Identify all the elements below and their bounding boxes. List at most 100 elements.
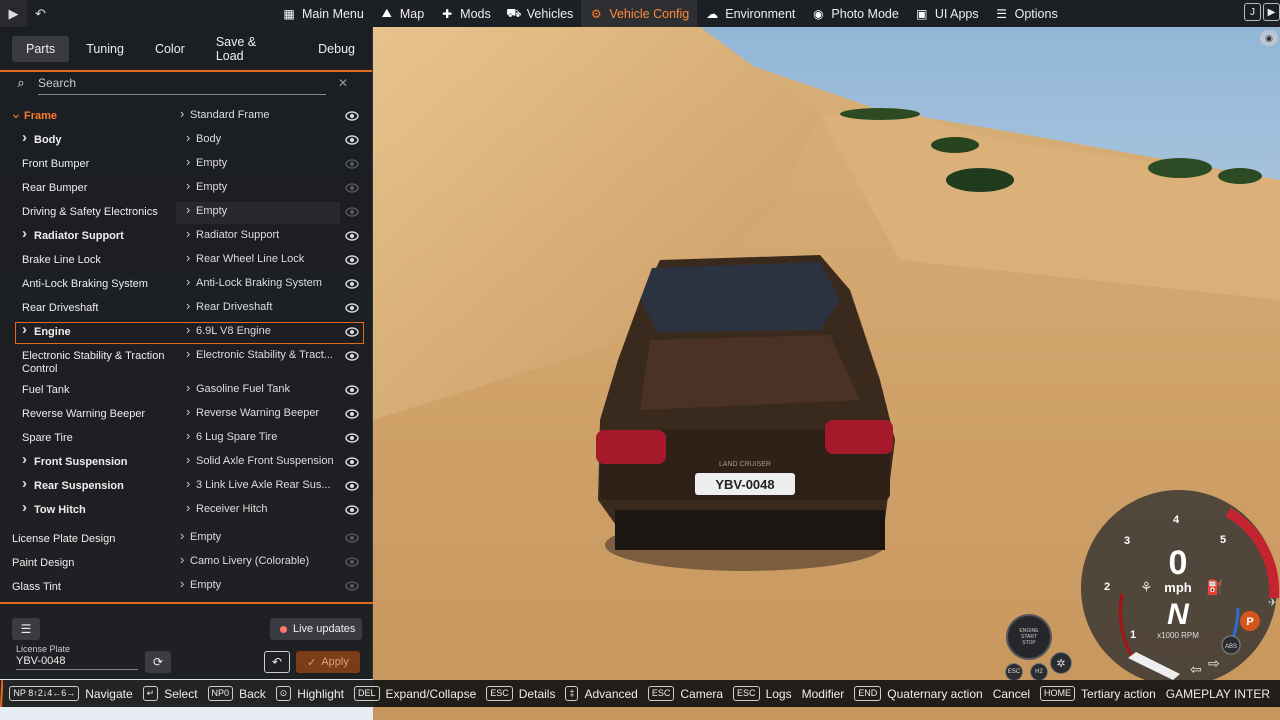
part-value-dropdown[interactable]: 6 Lug Spare Tire bbox=[196, 431, 277, 443]
visibility-toggle-icon[interactable]: ◉ bbox=[1260, 30, 1278, 46]
part-value-dropdown[interactable]: Empty bbox=[196, 205, 227, 217]
part-value-dropdown[interactable]: Receiver Hitch bbox=[196, 503, 268, 515]
part-value-dropdown[interactable]: Empty bbox=[190, 579, 221, 591]
part-row[interactable]: Spare Tire › 6 Lug Spare Tire bbox=[0, 428, 373, 452]
eye-icon[interactable] bbox=[344, 228, 360, 244]
chevron-right-icon[interactable]: › bbox=[22, 129, 27, 146]
part-value-dropdown[interactable]: Camo Livery (Colorable) bbox=[190, 555, 309, 567]
play-right-icon[interactable]: ▶ bbox=[1263, 3, 1280, 21]
engine-start-stop-button[interactable]: ENGINE START STOP bbox=[1006, 614, 1052, 660]
clear-search-icon[interactable]: ✕ bbox=[338, 76, 348, 90]
part-row[interactable]: Rear Bumper › Empty bbox=[0, 178, 373, 202]
eye-hidden-icon[interactable] bbox=[344, 578, 360, 594]
menu-mods[interactable]: ✚ Mods bbox=[432, 0, 499, 27]
part-value-dropdown[interactable]: Electronic Stability & Tract... bbox=[196, 349, 333, 361]
menu-options[interactable]: ☰ Options bbox=[987, 0, 1066, 27]
eye-icon[interactable] bbox=[344, 108, 360, 124]
part-row[interactable]: Driving & Safety Electronics › Empty bbox=[0, 202, 373, 226]
menu-photo-mode[interactable]: ◉ Photo Mode bbox=[803, 0, 906, 27]
part-row[interactable]: Front Bumper › Empty bbox=[0, 154, 373, 178]
part-row[interactable]: ⌄ Frame › Standard Frame bbox=[0, 105, 373, 130]
part-row[interactable]: › Front Suspension › Solid Axle Front Suspe… bbox=[0, 451, 373, 476]
part-value-dropdown[interactable]: Anti-Lock Braking System bbox=[196, 277, 322, 289]
part-row[interactable]: Paint Design › Camo Livery (Colorable) bbox=[0, 552, 373, 576]
eye-icon[interactable] bbox=[344, 430, 360, 446]
eye-hidden-icon[interactable] bbox=[344, 554, 360, 570]
part-value-dropdown[interactable]: Standard Frame bbox=[190, 109, 269, 121]
live-updates-toggle[interactable]: Live updates bbox=[270, 618, 362, 640]
part-value-dropdown[interactable]: 3 Link Live Axle Rear Sus... bbox=[196, 479, 331, 491]
part-value-dropdown[interactable]: Empty bbox=[196, 181, 227, 193]
chevron-right-icon[interactable]: › bbox=[22, 451, 27, 468]
license-plate-input[interactable]: YBV-0048 bbox=[16, 655, 138, 670]
part-value-dropdown[interactable]: Empty bbox=[196, 157, 227, 169]
eye-hidden-icon[interactable] bbox=[344, 204, 360, 220]
part-row[interactable]: › Rear Suspension › 3 Link Live Axle Rear S… bbox=[0, 475, 373, 500]
list-view-button[interactable]: ☰ bbox=[12, 618, 40, 640]
eye-icon[interactable] bbox=[344, 276, 360, 292]
part-row[interactable]: Electronic Stability & Traction Control › E… bbox=[0, 346, 373, 380]
part-row[interactable]: › Body › Body bbox=[0, 129, 373, 154]
menu-map[interactable]: ⛰ Map bbox=[372, 0, 432, 27]
part-value-dropdown[interactable]: Reverse Warning Beeper bbox=[196, 407, 319, 419]
eye-hidden-icon[interactable] bbox=[344, 530, 360, 546]
part-value-dropdown[interactable]: Solid Axle Front Suspension bbox=[196, 455, 334, 467]
menu-label: Map bbox=[399, 6, 425, 21]
part-row[interactable]: › Radiator Support › Radiator Support bbox=[0, 225, 373, 250]
tab-debug[interactable]: Debug bbox=[304, 36, 369, 62]
eye-icon[interactable] bbox=[344, 406, 360, 422]
eye-hidden-icon[interactable] bbox=[344, 180, 360, 196]
part-row[interactable]: › Engine › 6.9L V8 Engine bbox=[15, 321, 364, 344]
part-row[interactable]: Glass Tint › Empty bbox=[0, 576, 373, 600]
part-row[interactable]: Anti-Lock Braking System › Anti-Lock Braki… bbox=[0, 274, 373, 298]
eye-icon[interactable] bbox=[344, 478, 360, 494]
keybind-j-button[interactable]: J bbox=[1244, 3, 1261, 21]
part-row[interactable]: Fuel Tank › Gasoline Fuel Tank bbox=[0, 380, 373, 404]
tab-parts[interactable]: Parts bbox=[12, 35, 70, 62]
eye-icon[interactable] bbox=[344, 454, 360, 470]
revert-button[interactable]: ↶ bbox=[264, 651, 290, 673]
apply-button[interactable]: ✓ Apply bbox=[296, 651, 360, 673]
eye-hidden-icon[interactable] bbox=[344, 156, 360, 172]
chevron-right-icon[interactable]: › bbox=[22, 475, 27, 492]
tab-save-load[interactable]: Save & Load bbox=[202, 29, 301, 69]
eye-icon[interactable] bbox=[344, 324, 360, 340]
play-icon[interactable]: ▶ bbox=[0, 0, 27, 27]
part-value-dropdown[interactable]: Body bbox=[196, 133, 221, 145]
randomize-plate-button[interactable]: ⟳ bbox=[145, 651, 171, 673]
chevron-right-icon[interactable]: › bbox=[22, 499, 27, 516]
part-value-dropdown[interactable]: Rear Driveshaft bbox=[196, 301, 272, 313]
menu-environment[interactable]: ☁ Environment bbox=[697, 0, 803, 27]
menu-vehicle-config[interactable]: ⚙ Vehicle Config bbox=[581, 0, 698, 27]
part-row[interactable]: Reverse Warning Beeper › Reverse Warning B… bbox=[0, 404, 373, 428]
eye-icon[interactable] bbox=[344, 382, 360, 398]
eye-icon[interactable] bbox=[344, 132, 360, 148]
part-value-dropdown[interactable]: Radiator Support bbox=[196, 229, 279, 241]
menu-ui-apps[interactable]: ▣ UI Apps bbox=[907, 0, 987, 27]
tab-color[interactable]: Color bbox=[141, 36, 199, 62]
eye-icon[interactable] bbox=[344, 252, 360, 268]
chevron-down-icon[interactable]: ⌄ bbox=[10, 105, 22, 122]
part-row[interactable]: Rear Driveshaft › Rear Driveshaft bbox=[0, 298, 373, 322]
eye-icon[interactable] bbox=[344, 348, 360, 364]
menu-main-menu[interactable]: ▦ Main Menu bbox=[274, 0, 372, 27]
part-value-dropdown[interactable]: Rear Wheel Line Lock bbox=[196, 253, 304, 265]
chevron-right-icon[interactable]: › bbox=[22, 321, 27, 338]
hint-bar-accent bbox=[0, 680, 4, 707]
eye-icon[interactable] bbox=[344, 502, 360, 518]
part-row[interactable]: License Plate Design › Empty bbox=[0, 528, 373, 552]
menu-vehicles[interactable]: ⛟ Vehicles bbox=[499, 0, 582, 27]
menu-label: Options bbox=[1014, 6, 1058, 21]
part-row[interactable]: Brake Line Lock › Rear Wheel Line Lock bbox=[0, 250, 373, 274]
part-row[interactable]: › Tow Hitch › Receiver Hitch bbox=[0, 499, 373, 524]
search-input[interactable]: Search bbox=[38, 71, 326, 95]
part-label: Rear Driveshaft bbox=[22, 302, 99, 314]
chevron-right-icon[interactable]: › bbox=[22, 225, 27, 242]
hint-label: GAMEPLAY INTER bbox=[1165, 686, 1270, 701]
undo-icon[interactable]: ↶ bbox=[27, 0, 54, 27]
tab-tuning[interactable]: Tuning bbox=[72, 36, 138, 62]
eye-icon[interactable] bbox=[344, 300, 360, 316]
part-value-dropdown[interactable]: 6.9L V8 Engine bbox=[196, 325, 271, 337]
part-value-dropdown[interactable]: Empty bbox=[190, 531, 221, 543]
part-value-dropdown[interactable]: Gasoline Fuel Tank bbox=[196, 383, 290, 395]
